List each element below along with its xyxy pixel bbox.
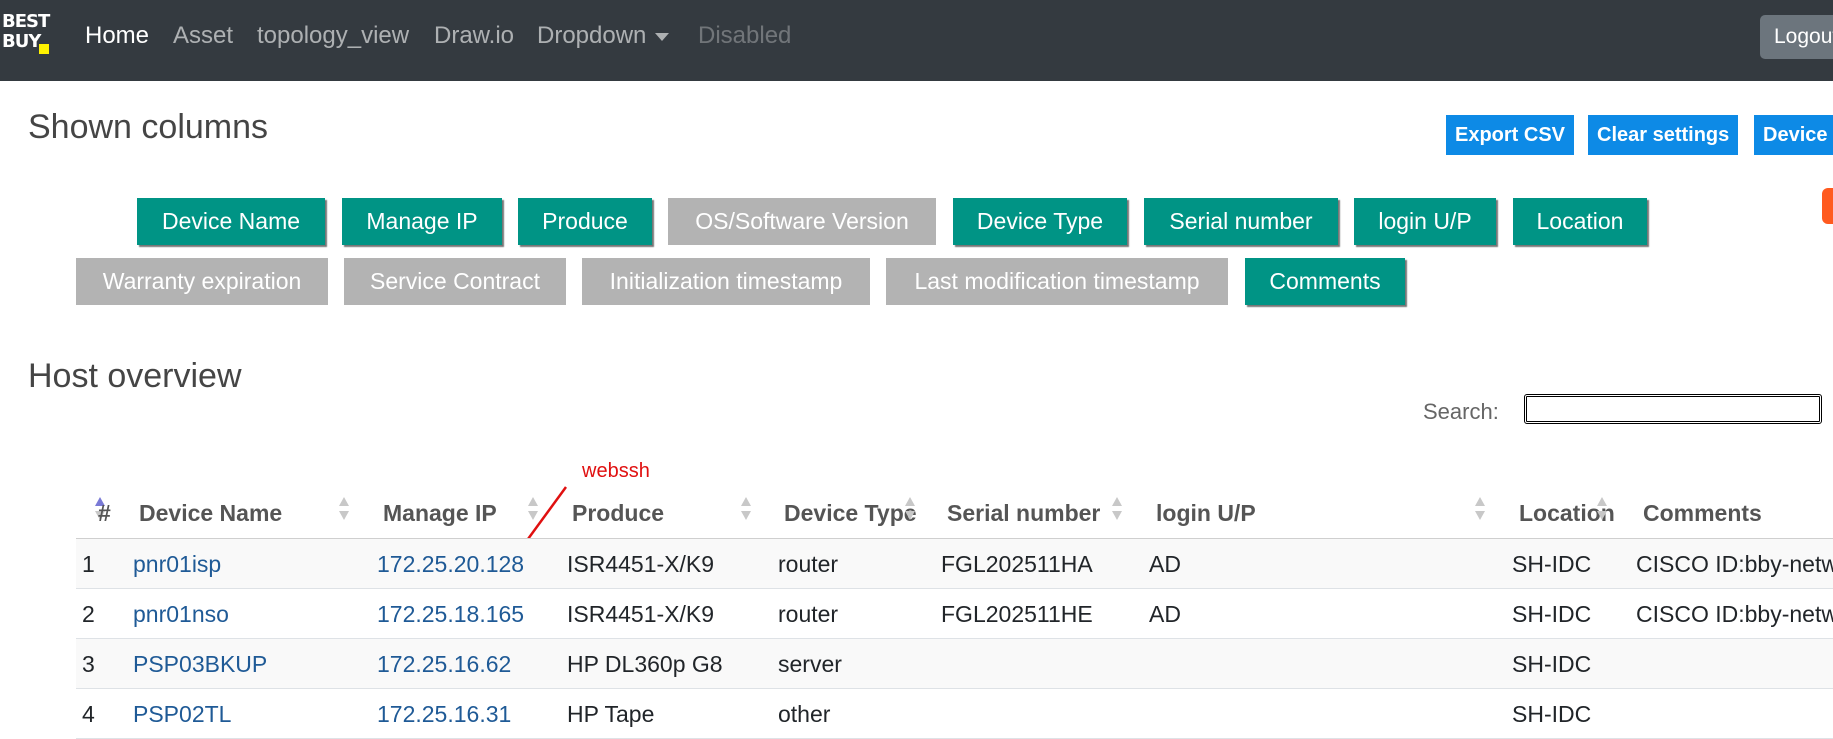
- sort-icon-device-name[interactable]: [339, 497, 349, 521]
- nav-topology-view[interactable]: topology_view: [257, 22, 409, 50]
- toggle-login-up[interactable]: login U/P: [1354, 198, 1496, 245]
- sort-icon-login-up[interactable]: [1475, 497, 1485, 521]
- toggle-device-name[interactable]: Device Name: [137, 198, 325, 245]
- sort-icon-manage-ip[interactable]: [528, 497, 538, 521]
- toggle-manage-ip[interactable]: Manage IP: [342, 198, 502, 245]
- cell-device-type: other: [778, 701, 831, 727]
- sort-icon-produce[interactable]: [741, 497, 751, 521]
- cell-produce: ISR4451-X/K9: [567, 551, 715, 577]
- cell-location: SH-IDC: [1512, 701, 1592, 727]
- table-row: 4 PSP02TL 172.25.16.31 HP Tape other SH-…: [76, 689, 1833, 739]
- cell-num: 2: [82, 601, 95, 627]
- chevron-down-icon: [655, 32, 670, 41]
- cell-location: SH-IDC: [1512, 551, 1592, 577]
- cell-manage-ip-link[interactable]: 172.25.20.128: [377, 551, 524, 578]
- host-overview-heading: Host overview: [28, 357, 242, 395]
- export-csv-button[interactable]: Export CSV: [1446, 115, 1575, 155]
- nav-disabled: Disabled: [698, 22, 792, 49]
- bestbuy-logo[interactable]: BEST BUY: [2, 12, 52, 60]
- cell-manage-ip-link[interactable]: 172.25.16.62: [377, 651, 511, 678]
- logout-button[interactable]: Logout: [1760, 15, 1833, 59]
- col-header-comments[interactable]: Comments: [1643, 500, 1762, 527]
- toggle-location[interactable]: Location: [1513, 198, 1647, 245]
- col-header-device-type[interactable]: Device Type: [784, 500, 917, 527]
- cell-login: AD: [1149, 601, 1181, 627]
- webssh-annotation: webssh: [582, 460, 650, 482]
- device-add-button[interactable]: Device a: [1754, 115, 1833, 155]
- nav-asset[interactable]: Asset: [173, 22, 233, 50]
- cell-produce: HP DL360p G8: [567, 651, 723, 677]
- cell-produce: ISR4451-X/K9: [567, 601, 715, 627]
- floating-tab-icon[interactable]: [1822, 188, 1833, 224]
- cell-location: SH-IDC: [1512, 601, 1592, 627]
- cell-device-type: router: [778, 551, 839, 577]
- cell-serial: FGL202511HA: [941, 551, 1093, 577]
- toggle-produce[interactable]: Produce: [518, 198, 652, 245]
- toggle-service-contract[interactable]: Service Contract: [344, 258, 566, 305]
- search-label: Search:: [1423, 399, 1499, 424]
- sort-icon-serial-number[interactable]: [1112, 497, 1122, 521]
- sort-icon-device-type[interactable]: [905, 497, 915, 521]
- col-header-num[interactable]: #: [98, 500, 111, 527]
- cell-serial: FGL202511HE: [941, 601, 1093, 627]
- shown-columns-heading: Shown columns: [28, 108, 269, 146]
- cell-num: 4: [82, 701, 95, 727]
- cell-device-name-link[interactable]: pnr01isp: [133, 551, 221, 578]
- col-header-device-name[interactable]: Device Name: [139, 500, 282, 527]
- search-input[interactable]: [1524, 394, 1822, 424]
- cell-num: 3: [82, 651, 95, 677]
- cell-manage-ip-link[interactable]: 172.25.16.31: [377, 701, 511, 728]
- nav-home[interactable]: Home: [85, 22, 149, 50]
- nav-dropdown-label: Dropdown: [537, 22, 647, 49]
- top-navbar: BEST BUY Home Asset topology_view Draw.io…: [0, 0, 1833, 81]
- table-row: 1 pnr01isp 172.25.20.128 ISR4451-X/K9 ro…: [76, 539, 1833, 589]
- nav-dropdown[interactable]: Dropdown: [537, 22, 670, 50]
- table-row: 2 pnr01nso 172.25.18.165 ISR4451-X/K9 ro…: [76, 589, 1833, 639]
- col-header-manage-ip[interactable]: Manage IP: [383, 500, 497, 527]
- cell-produce: HP Tape: [567, 701, 655, 727]
- logo-yellow-tag: [39, 44, 49, 54]
- col-header-serial-number[interactable]: Serial number: [947, 500, 1100, 527]
- toggle-initialization-timestamp[interactable]: Initialization timestamp: [582, 258, 870, 305]
- cell-num: 1: [82, 551, 95, 577]
- cell-device-type: router: [778, 601, 839, 627]
- toggle-os-software-version[interactable]: OS/Software Version: [668, 198, 936, 245]
- cell-comments: CISCO ID:bby-netw: [1636, 551, 1833, 577]
- toggle-serial-number[interactable]: Serial number: [1144, 198, 1338, 245]
- cell-manage-ip-link[interactable]: 172.25.18.165: [377, 601, 524, 628]
- cell-device-name-link[interactable]: pnr01nso: [133, 601, 229, 628]
- cell-device-name-link[interactable]: PSP02TL: [133, 701, 231, 728]
- cell-login: AD: [1149, 551, 1181, 577]
- cell-location: SH-IDC: [1512, 651, 1592, 677]
- cell-comments: CISCO ID:bby-netw: [1636, 601, 1833, 627]
- toggle-device-type[interactable]: Device Type: [953, 198, 1127, 245]
- table-row: 3 PSP03BKUP 172.25.16.62 HP DL360p G8 se…: [76, 639, 1833, 689]
- col-header-login-up[interactable]: login U/P: [1156, 500, 1256, 527]
- cell-device-type: server: [778, 651, 842, 677]
- toggle-last-modification-timestamp[interactable]: Last modification timestamp: [886, 258, 1228, 305]
- toggle-warranty-expiration[interactable]: Warranty expiration: [76, 258, 328, 305]
- col-header-produce[interactable]: Produce: [572, 500, 664, 527]
- nav-drawio[interactable]: Draw.io: [434, 22, 514, 50]
- sort-icon-location[interactable]: [1597, 497, 1607, 521]
- cell-device-name-link[interactable]: PSP03BKUP: [133, 651, 267, 678]
- clear-settings-button[interactable]: Clear settings: [1588, 115, 1739, 155]
- toggle-comments[interactable]: Comments: [1245, 258, 1405, 305]
